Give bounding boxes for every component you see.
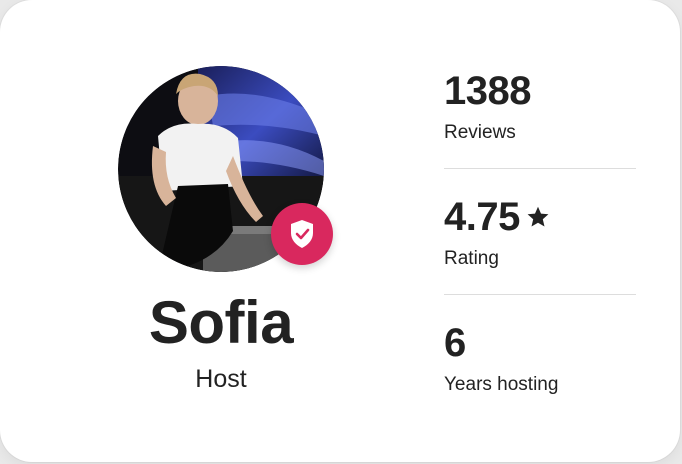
host-card: Sofia Host 1388 Reviews 4.75 Rating 6 Ye… xyxy=(0,0,680,462)
stat-years-hosting: 6 Years hosting xyxy=(444,318,636,444)
stat-label: Rating xyxy=(444,248,499,269)
verified-shield-icon xyxy=(291,220,313,248)
host-name: Sofia xyxy=(148,289,294,356)
host-role: Host xyxy=(195,365,247,393)
stat-label: Reviews xyxy=(444,122,516,143)
stat-rating: 4.75 Rating xyxy=(444,192,636,318)
star-icon xyxy=(527,206,549,227)
verified-badge xyxy=(271,203,333,265)
stat-reviews: 1388 Reviews xyxy=(444,66,636,192)
avatar-container xyxy=(118,66,333,272)
reviews-count: 1388 xyxy=(444,69,531,113)
host-profile: Sofia Host xyxy=(118,66,333,393)
years-count: 6 xyxy=(444,321,466,365)
stat-label: Years hosting xyxy=(444,374,559,395)
stat-value: 4.75 xyxy=(444,192,550,242)
stat-value: 1388 xyxy=(444,66,531,116)
divider xyxy=(444,294,636,295)
stat-value: 6 xyxy=(444,318,466,368)
divider xyxy=(444,168,636,169)
host-stats: 1388 Reviews 4.75 Rating 6 Years hosting xyxy=(444,66,636,444)
rating-value: 4.75 xyxy=(444,195,520,239)
